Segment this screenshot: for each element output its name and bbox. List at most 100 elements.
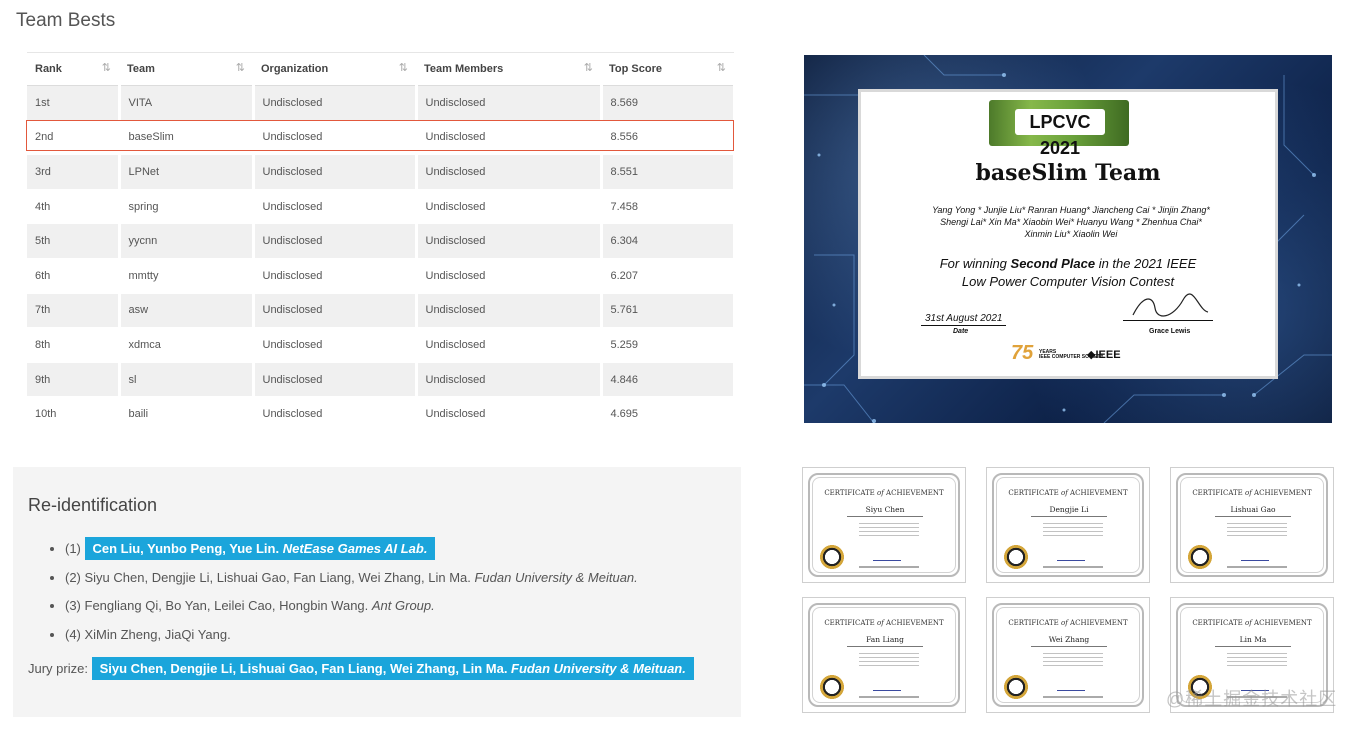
organization-cell: Undisclosed [253, 396, 418, 432]
reid-title: Re-identification [28, 495, 158, 515]
sort-icon[interactable]: ⇅ [584, 61, 593, 74]
small-certificate: CERTIFICATE of ACHIEVEMENT Wei Zhang [986, 597, 1150, 713]
team-cell: asw [119, 293, 255, 329]
members-cell: Undisclosed [416, 293, 603, 329]
sort-icon[interactable]: ⇅ [236, 61, 245, 74]
score-cell: 8.551 [601, 154, 736, 190]
sort-icon[interactable]: ⇅ [717, 61, 726, 74]
seal-icon [1002, 543, 1030, 571]
team-bests-table-wrap: Rank ⇅ Team ⇅ Organization ⇅ Team Members ⇅ … [26, 52, 736, 432]
certificate-heading: CERTIFICATE of ACHIEVEMENT [1192, 619, 1312, 627]
members-cell: Undisclosed [416, 362, 603, 398]
lpcvc-logo: LPCVC 2021 [989, 100, 1129, 158]
rank-cell: 5th [27, 223, 121, 259]
certificate-date-label: Date [953, 328, 969, 335]
score-cell: 8.569 [601, 85, 736, 121]
team-cell: VITA [119, 85, 255, 121]
score-cell: 4.846 [601, 362, 736, 398]
team-cell: LPNet [119, 154, 255, 190]
score-cell: 5.259 [601, 327, 736, 363]
rank-cell: 4th [27, 189, 121, 225]
organization-cell: Undisclosed [253, 362, 418, 398]
rank-cell: 10th [27, 396, 121, 432]
list-item: (3) Fengliang Qi, Bo Yan, Leilei Cao, Ho… [65, 592, 638, 621]
certificate-recipient: Lishuai Gao [1215, 505, 1291, 517]
sort-icon[interactable]: ⇅ [399, 61, 408, 74]
certificate-heading: CERTIFICATE of ACHIEVEMENT [1008, 489, 1128, 497]
list-item: (1) Cen Liu, Yunbo Peng, Yue Lin. NetEas… [65, 535, 638, 564]
certificate-recipient: Wei Zhang [1031, 635, 1107, 647]
table-row: 6th mmtty Undisclosed Undisclosed 6.207 [27, 258, 736, 294]
certificate-heading: CERTIFICATE of ACHIEVEMENT [824, 489, 944, 497]
table-row: 9th sl Undisclosed Undisclosed 4.846 [27, 362, 736, 398]
members-cell: Undisclosed [416, 189, 603, 225]
sort-icon[interactable]: ⇅ [102, 61, 111, 74]
team-cell: baili [119, 396, 255, 432]
members-cell: Undisclosed [416, 85, 603, 121]
team-cell: spring [119, 189, 255, 225]
team-cell: yycnn [119, 223, 255, 259]
small-certificate: CERTIFICATE of ACHIEVEMENT Lishuai Gao [1170, 467, 1334, 583]
members-cell: Undisclosed [416, 120, 603, 156]
reid-panel: Re-identification (1) Cen Liu, Yunbo Pen… [13, 467, 741, 717]
list-item: (2) Siyu Chen, Dengjie Li, Lishuai Gao, … [65, 564, 638, 593]
seal-icon [818, 543, 846, 571]
table-row: 1st VITA Undisclosed Undisclosed 8.569 [27, 85, 736, 121]
list-item: (4) XiMin Zheng, JiaQi Yang. [65, 621, 638, 650]
seal-icon [1186, 543, 1214, 571]
column-header-team[interactable]: Team ⇅ [119, 52, 253, 86]
table-row: 7th asw Undisclosed Undisclosed 5.761 [27, 293, 736, 329]
table-header-row: Rank ⇅ Team ⇅ Organization ⇅ Team Members ⇅ … [27, 52, 734, 86]
score-cell: 6.207 [601, 258, 736, 294]
members-cell: Undisclosed [416, 223, 603, 259]
team-cell: xdmca [119, 327, 255, 363]
seal-icon [818, 673, 846, 701]
certificate-recipient: Siyu Chen [847, 505, 923, 517]
small-certificate: CERTIFICATE of ACHIEVEMENT Fan Liang [802, 597, 966, 713]
anniversary-logo: 75 [1011, 342, 1034, 364]
table-row: 4th spring Undisclosed Undisclosed 7.458 [27, 189, 736, 225]
organization-cell: Undisclosed [253, 85, 418, 121]
jury-prize: Jury prize: Siyu Chen, Dengjie Li, Lishu… [28, 657, 694, 680]
watermark: @稀土掘金技术社区 [1166, 689, 1338, 709]
score-cell: 7.458 [601, 189, 736, 225]
organization-cell: Undisclosed [253, 223, 418, 259]
certificate-heading: CERTIFICATE of ACHIEVEMENT [1008, 619, 1128, 627]
certificate-team-name: baseSlim Team [975, 160, 1161, 186]
members-cell: Undisclosed [416, 154, 603, 190]
small-certificate: CERTIFICATE of ACHIEVEMENT Dengjie Li [986, 467, 1150, 583]
members-cell: Undisclosed [416, 396, 603, 432]
certificate-recipient: Lin Ma [1215, 635, 1291, 647]
column-header-rank[interactable]: Rank ⇅ [27, 52, 119, 86]
members-cell: Undisclosed [416, 327, 603, 363]
organization-cell: Undisclosed [253, 154, 418, 190]
organization-cell: Undisclosed [253, 327, 418, 363]
organization-cell: Undisclosed [253, 258, 418, 294]
organization-cell: Undisclosed [253, 189, 418, 225]
ieee-logo: ◆IEEE [1087, 349, 1121, 361]
score-cell: 4.695 [601, 396, 736, 432]
signature-image [1123, 290, 1213, 321]
column-header-team-members[interactable]: Team Members ⇅ [416, 52, 601, 86]
column-header-top-score[interactable]: Top Score ⇅ [601, 52, 734, 86]
team-cell: mmtty [119, 258, 255, 294]
rank-cell: 8th [27, 327, 121, 363]
certificate-award: For winning Second Place in the 2021 IEE… [939, 256, 1197, 289]
seal-icon [1002, 673, 1030, 701]
rank-cell: 7th [27, 293, 121, 329]
certificate-recipient: Fan Liang [847, 635, 923, 647]
rank-cell: 9th [27, 362, 121, 398]
score-cell: 5.761 [601, 293, 736, 329]
table-row: 5th yycnn Undisclosed Undisclosed 6.304 [27, 223, 736, 259]
team-bests-title: Team Bests [16, 10, 116, 31]
highlighted-winner: Cen Liu, Yunbo Peng, Yue Lin. NetEase Ga… [84, 537, 436, 560]
certificate-recipient: Dengjie Li [1031, 505, 1107, 517]
jury-label: Jury prize: [28, 661, 92, 676]
organization-cell: Undisclosed [253, 120, 418, 156]
rank-cell: 1st [27, 85, 121, 121]
score-cell: 6.304 [601, 223, 736, 259]
certificate-heading: CERTIFICATE of ACHIEVEMENT [824, 619, 944, 627]
column-header-organization[interactable]: Organization ⇅ [253, 52, 416, 86]
small-certificate: CERTIFICATE of ACHIEVEMENT Siyu Chen [802, 467, 966, 583]
organization-cell: Undisclosed [253, 293, 418, 329]
